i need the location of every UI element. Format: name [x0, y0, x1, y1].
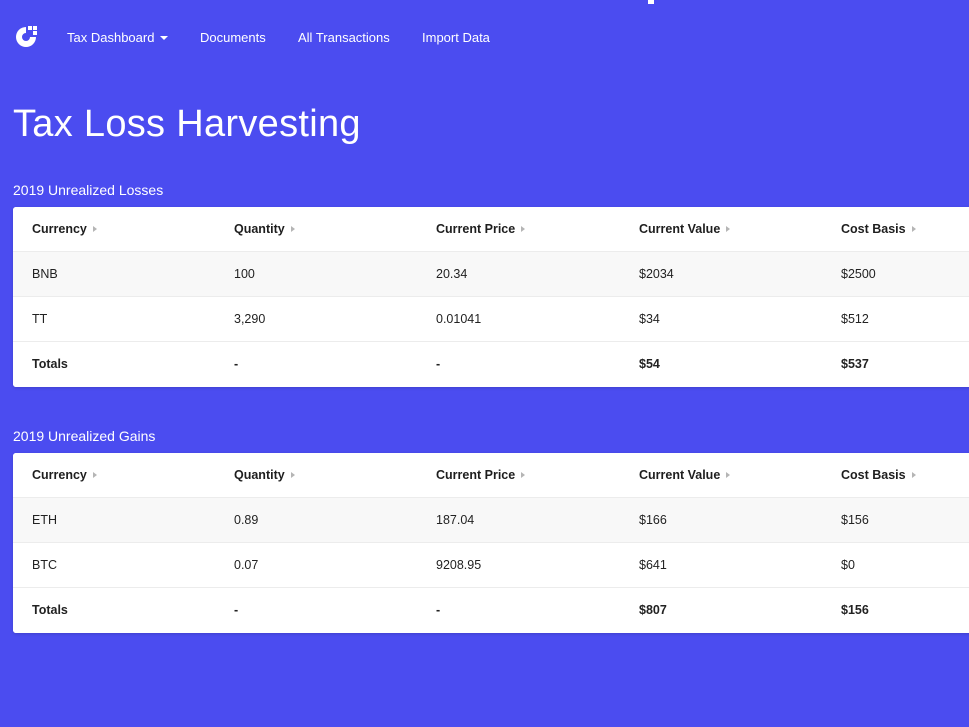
cell-quantity: 0.07: [234, 558, 259, 572]
column-header-cost-basis[interactable]: Cost Basis: [841, 453, 916, 498]
column-header-current-value[interactable]: Current Value: [639, 207, 731, 252]
totals-cost-basis: $537: [841, 357, 869, 371]
cell-currency: BNB: [32, 267, 58, 281]
totals-label: Totals: [32, 357, 68, 371]
cell-currency: BTC: [32, 558, 57, 572]
nav-tax-dashboard-label: Tax Dashboard: [67, 30, 155, 45]
totals-current-value: $54: [639, 357, 660, 371]
navbar: Tax Dashboard Documents All Transactions…: [0, 0, 969, 76]
column-header-quantity[interactable]: Quantity: [234, 453, 295, 498]
cell-current-value: $641: [639, 558, 667, 572]
cell-current-value: $166: [639, 513, 667, 527]
cell-current-price: 9208.95: [436, 558, 482, 572]
cell-current-value: $34: [639, 312, 660, 326]
gains-table: Currency Quantity Current Price Current …: [13, 453, 969, 633]
cell-cost-basis: $2500: [841, 267, 876, 281]
cell-cost-basis: $512: [841, 312, 869, 326]
page-title: Tax Loss Harvesting: [13, 103, 361, 145]
cell-cost-basis: $0: [841, 558, 855, 572]
losses-section-title: 2019 Unrealized Losses: [13, 182, 164, 198]
nav-tax-dashboard[interactable]: Tax Dashboard: [67, 30, 169, 45]
chevron-down-icon: [160, 35, 169, 40]
totals-current-price: -: [436, 357, 441, 371]
sort-arrow-icon: [726, 225, 731, 232]
totals-quantity: -: [234, 603, 239, 617]
nav-documents-label: Documents: [200, 30, 266, 45]
nav-all-transactions[interactable]: All Transactions: [298, 30, 390, 45]
table-row: BTC 0.07 9208.95 $641 $0: [13, 543, 969, 588]
sort-arrow-icon: [911, 225, 916, 232]
sort-arrow-icon: [521, 471, 526, 478]
column-header-current-value[interactable]: Current Value: [639, 453, 731, 498]
column-header-currency[interactable]: Currency: [32, 453, 97, 498]
totals-current-price: -: [436, 603, 441, 617]
column-header-quantity[interactable]: Quantity: [234, 207, 295, 252]
cursor-mark: [648, 0, 654, 4]
totals-row: Totals - - $54 $537: [13, 342, 969, 387]
sort-arrow-icon: [521, 225, 526, 232]
sort-arrow-icon: [290, 471, 295, 478]
totals-quantity: -: [234, 357, 239, 371]
sort-arrow-icon: [911, 471, 916, 478]
cell-currency: TT: [32, 312, 48, 326]
cell-current-price: 0.01041: [436, 312, 482, 326]
losses-table: Currency Quantity Current Price Current …: [13, 207, 969, 387]
sort-arrow-icon: [726, 471, 731, 478]
cell-current-price: 20.34: [436, 267, 468, 281]
column-header-current-price[interactable]: Current Price: [436, 207, 526, 252]
sort-arrow-icon: [92, 471, 97, 478]
totals-current-value: $807: [639, 603, 667, 617]
totals-cost-basis: $156: [841, 603, 869, 617]
gains-section-title: 2019 Unrealized Gains: [13, 428, 156, 444]
totals-label: Totals: [32, 603, 68, 617]
nav-import-data-label: Import Data: [422, 30, 490, 45]
totals-row: Totals - - $807 $156: [13, 588, 969, 633]
cell-currency: ETH: [32, 513, 57, 527]
table-row: BNB 100 20.34 $2034 $2500: [13, 252, 969, 297]
table-row: TT 3,290 0.01041 $34 $512: [13, 297, 969, 342]
nav-all-transactions-label: All Transactions: [298, 30, 390, 45]
table-header-row: Currency Quantity Current Price Current …: [13, 453, 969, 498]
column-header-cost-basis[interactable]: Cost Basis: [841, 207, 916, 252]
cell-quantity: 100: [234, 267, 255, 281]
table-header-row: Currency Quantity Current Price Current …: [13, 207, 969, 252]
column-header-currency[interactable]: Currency: [32, 207, 97, 252]
sort-arrow-icon: [290, 225, 295, 232]
cell-cost-basis: $156: [841, 513, 869, 527]
table-row: ETH 0.89 187.04 $166 $156: [13, 498, 969, 543]
cell-current-value: $2034: [639, 267, 674, 281]
cell-current-price: 187.04: [436, 513, 475, 527]
column-header-current-price[interactable]: Current Price: [436, 453, 526, 498]
nav-documents[interactable]: Documents: [200, 30, 266, 45]
nav-import-data[interactable]: Import Data: [422, 30, 490, 45]
sort-arrow-icon: [92, 225, 97, 232]
cell-quantity: 0.89: [234, 513, 259, 527]
app-logo-icon[interactable]: [13, 24, 39, 50]
cell-quantity: 3,290: [234, 312, 266, 326]
